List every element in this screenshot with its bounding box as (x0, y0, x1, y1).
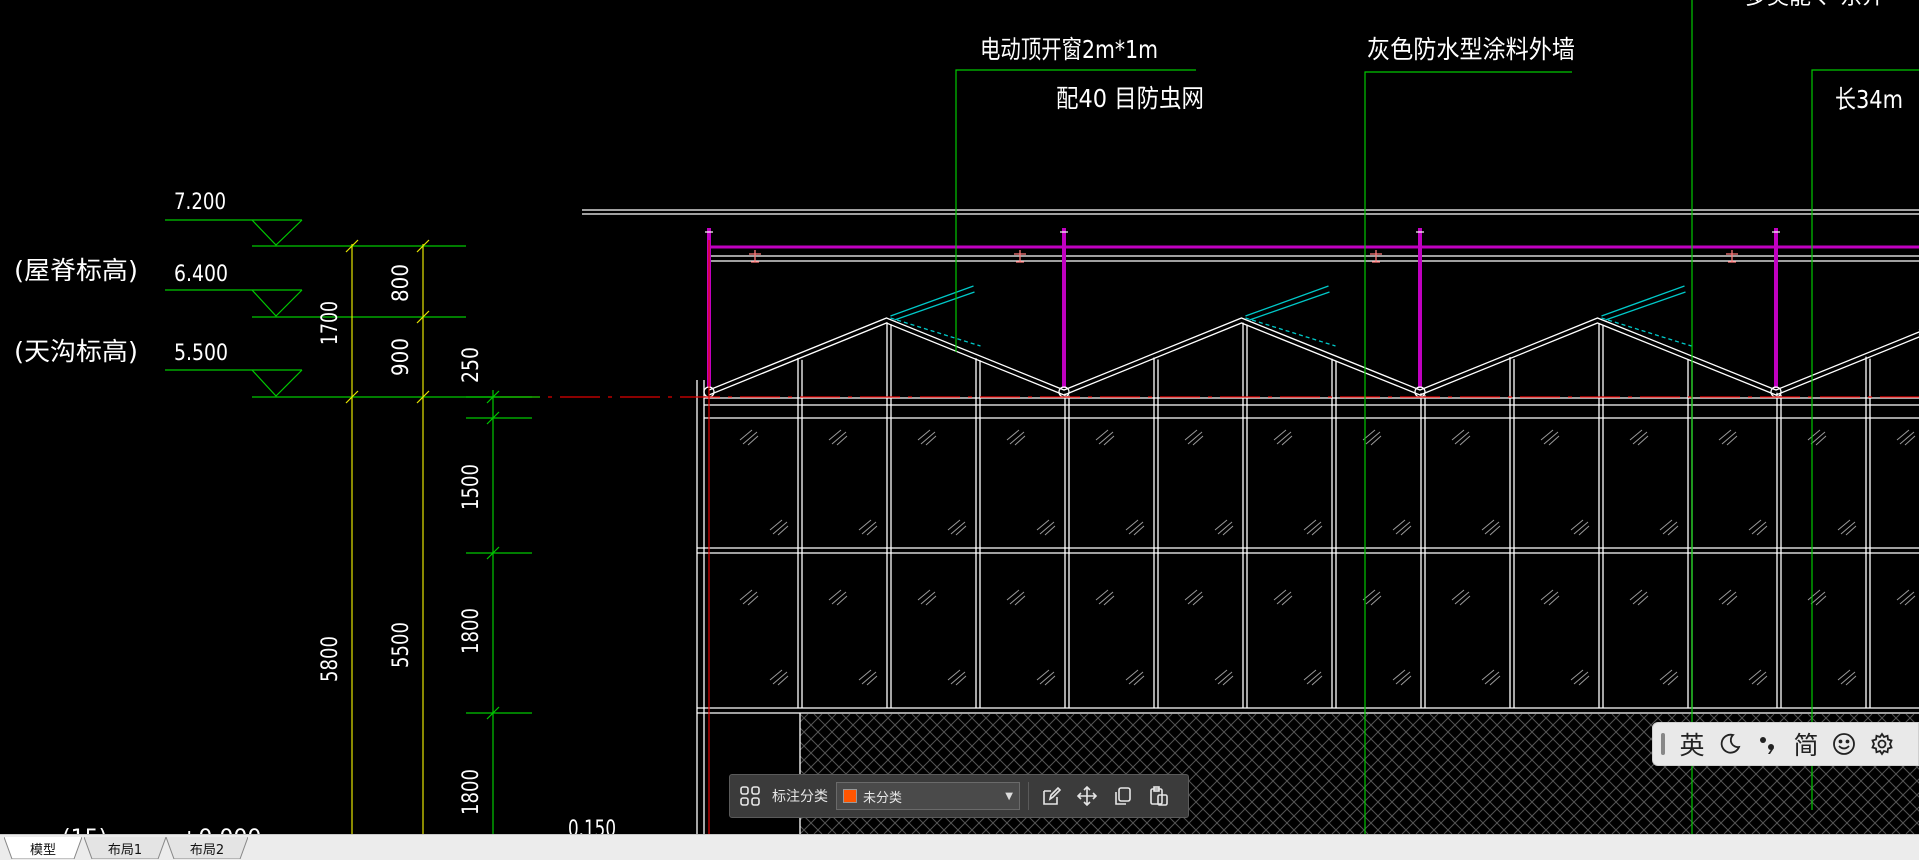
moon-icon[interactable] (1713, 727, 1747, 761)
gutter-elevation-name[interactable]: (天沟标高) (14, 337, 138, 366)
tab-model-label: 模型 (29, 842, 56, 858)
callout-length-34m[interactable]: 长34m (1835, 85, 1903, 114)
move-icon[interactable] (1073, 782, 1101, 810)
elevation-6400[interactable]: 6.400 (174, 262, 228, 287)
dim-1700[interactable]: 1700 (318, 301, 343, 345)
category-select[interactable]: 未分类 ▼ (836, 782, 1020, 810)
dim-5500[interactable]: 5500 (389, 622, 414, 668)
elevation-5500[interactable]: 5.500 (174, 341, 228, 366)
callout-electric-roof-window[interactable]: 电动顶开窗2m*1m (980, 35, 1158, 64)
dim-900[interactable]: 900 (389, 338, 414, 376)
dim-5800[interactable]: 5800 (318, 636, 343, 682)
dim-1500[interactable]: 1500 (459, 464, 484, 510)
category-label: 标注分类 (772, 789, 828, 805)
ime-language-toggle[interactable]: 英 (1675, 727, 1709, 761)
paste-icon[interactable] (1145, 782, 1173, 810)
elevation-7200[interactable]: 7.200 (174, 190, 226, 215)
tab-model[interactable]: 模型 (4, 837, 82, 859)
chevron-down-icon: ▼ (1005, 790, 1013, 802)
category-color-swatch (843, 789, 857, 803)
ime-toolbar: 英 简 (1652, 722, 1919, 766)
tab-layout1-label: 布局1 (107, 842, 143, 858)
tab-layout1[interactable]: 布局1 (84, 837, 166, 859)
cad-drawing-canvas[interactable]: 电动顶开窗2m*1m 配40 目防虫网 灰色防水型涂料外墙 长34m 多类能 、… (0, 0, 1919, 834)
gear-icon[interactable] (1865, 727, 1899, 761)
elevation-0000[interactable]: ±0.000 (180, 826, 261, 834)
tab-layout2-label: 布局2 (189, 842, 225, 858)
grid-icon[interactable] (736, 782, 764, 810)
emoji-icon[interactable] (1827, 727, 1861, 761)
dim-250[interactable]: 250 (459, 347, 484, 383)
cut-off-top-text[interactable]: 多类能 、东介 (1745, 0, 1884, 10)
edit-icon[interactable] (1037, 782, 1065, 810)
annotation-toolbar: 标注分类 未分类 ▼ (729, 774, 1189, 818)
elevation-0150[interactable]: 0.150 (568, 817, 616, 834)
ridge-elevation-name[interactable]: (屋脊标高) (14, 256, 138, 285)
layout-tab-bar: 模型 布局1 布局2 (0, 834, 1919, 860)
dim-1800-a[interactable]: 1800 (459, 608, 484, 654)
callout-grey-coating-wall[interactable]: 灰色防水型涂料外墙 (1367, 35, 1575, 64)
toolbar-separator (1028, 782, 1029, 810)
callout-insect-net[interactable]: 配40 目防虫网 (1056, 84, 1204, 113)
cut-off-bottom-text[interactable]: (15) (62, 826, 107, 834)
copy-icon[interactable] (1109, 782, 1137, 810)
category-value: 未分类 (863, 790, 903, 806)
tab-layout2[interactable]: 布局2 (166, 837, 248, 859)
ime-drag-handle[interactable] (1661, 733, 1665, 755)
dim-800[interactable]: 800 (389, 264, 414, 302)
ime-simplified-toggle[interactable]: 简 (1789, 727, 1823, 761)
dim-1800-b[interactable]: 1800 (459, 769, 484, 815)
punctuation-icon[interactable] (1751, 727, 1785, 761)
